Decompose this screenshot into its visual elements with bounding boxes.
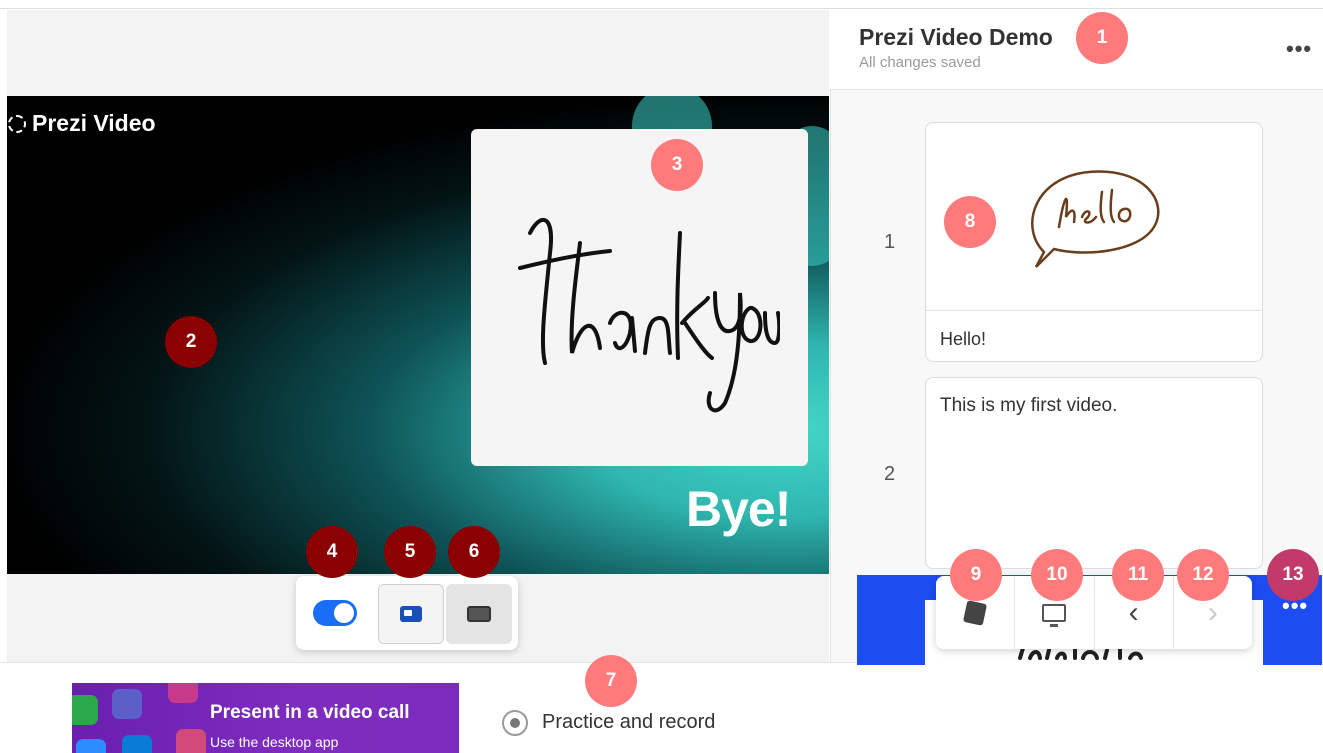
meet-icon (72, 695, 98, 725)
practice-label[interactable]: Practice and record (542, 711, 715, 734)
marker-2: 2 (165, 316, 217, 368)
marker-1: 1 (1076, 12, 1128, 64)
slide-card-2[interactable]: This is my first video. (925, 377, 1263, 569)
marker-11: 11 (1112, 549, 1164, 601)
marker-4: 4 (306, 526, 358, 578)
marker-7: 7 (585, 655, 637, 707)
app-icon (168, 683, 198, 703)
video-call-title: Present in a video call (210, 702, 410, 723)
chevron-right-icon: › (1207, 595, 1218, 629)
marker-13: 13 (1267, 549, 1319, 601)
monitor-icon (1042, 603, 1067, 627)
video-call-subtitle: Use the desktop app (210, 734, 339, 750)
thank-you-card[interactable] (471, 129, 808, 466)
slide-caption: Hello! (940, 329, 987, 349)
fullscreen-icon (467, 606, 491, 622)
picture-in-picture-icon (400, 606, 422, 622)
webex-icon (122, 735, 152, 753)
bye-overlay-text: Bye! (686, 481, 791, 537)
slide-number: 2 (884, 463, 896, 485)
app-icon (176, 729, 206, 753)
zoom-icon (76, 739, 106, 753)
teams-icon (112, 689, 142, 719)
marker-6: 6 (448, 526, 500, 578)
hello-bubble-icon (1031, 169, 1160, 268)
marker-12: 12 (1177, 549, 1229, 601)
camera-toggle[interactable] (313, 600, 357, 626)
presentation-title[interactable]: Prezi Video Demo (859, 24, 1053, 51)
thank-you-handwriting (517, 217, 780, 412)
marker-5: 5 (384, 526, 436, 578)
slide-caption: This is my first video. (940, 395, 1118, 416)
top-border (0, 0, 1323, 9)
layout-fullscreen-button[interactable] (446, 584, 512, 644)
more-options-icon[interactable]: ••• (1286, 36, 1312, 62)
layout-pip-button[interactable] (378, 584, 444, 644)
brand-label: Prezi Video (32, 110, 156, 136)
marker-3: 3 (651, 139, 703, 191)
marker-10: 10 (1031, 549, 1083, 601)
cards-icon (963, 599, 988, 626)
slide-number: 1 (884, 231, 896, 253)
practice-radio[interactable] (502, 710, 528, 736)
save-status: All changes saved (859, 54, 981, 71)
marker-8: 8 (944, 196, 996, 248)
prezi-logo-icon (8, 114, 26, 133)
prezi-video-logo: Prezi Video (8, 110, 156, 137)
marker-9: 9 (950, 549, 1002, 601)
